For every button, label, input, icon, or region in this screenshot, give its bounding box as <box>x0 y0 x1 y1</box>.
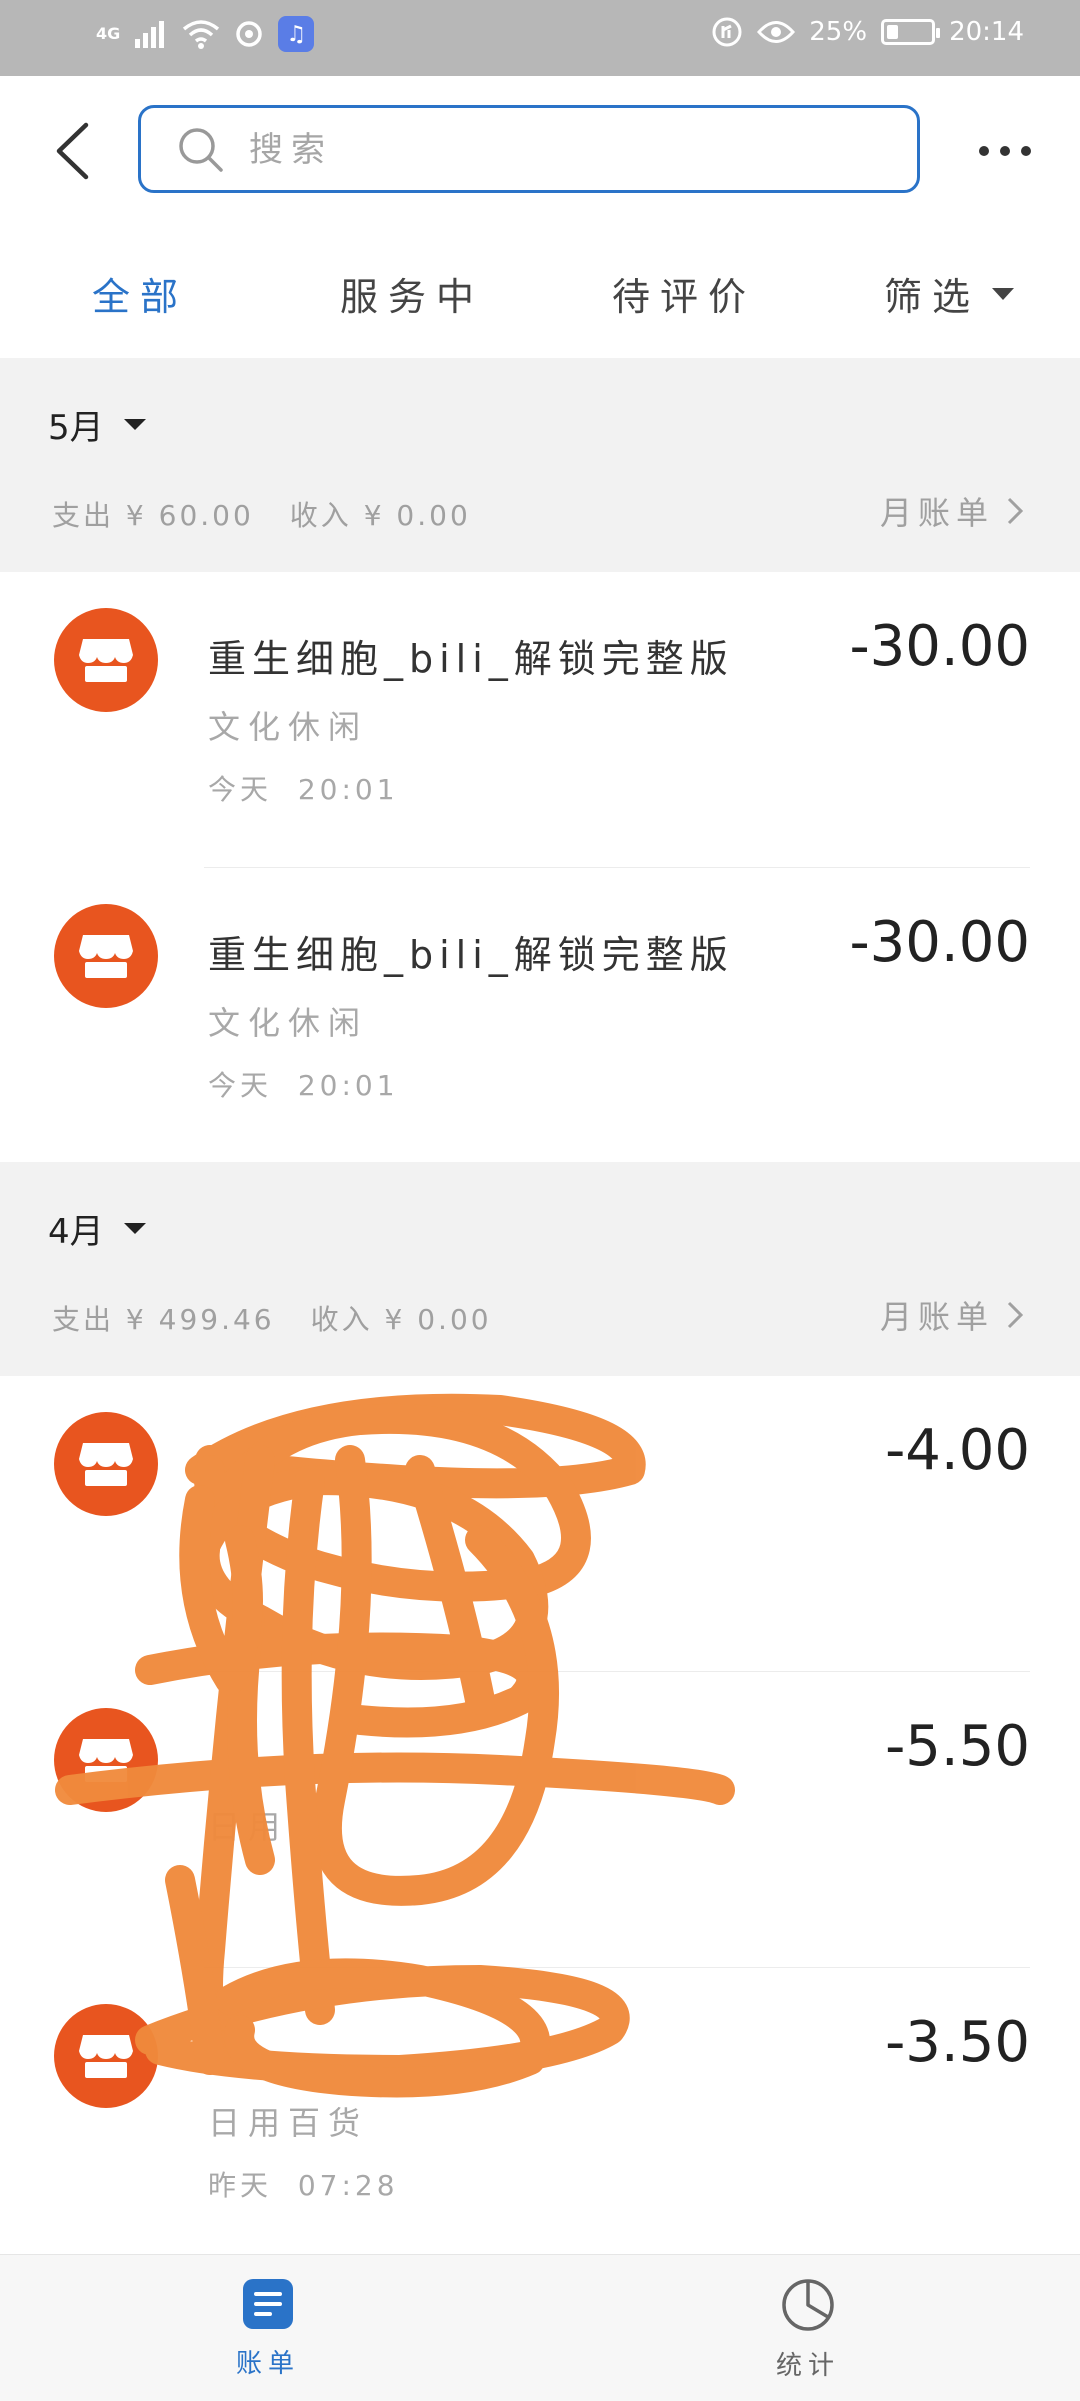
expense-summary: 支出 ¥ 499.46 <box>52 1298 275 1338</box>
month-section-may: 5月 支出 ¥ 60.00 收入 ¥ 0.00 月账单 重生细胞_bili_解锁… <box>0 358 1080 1164</box>
caret-down-icon <box>123 419 146 430</box>
eye-icon <box>757 21 796 43</box>
transaction-category: 文化休闲 <box>208 708 369 746</box>
tab-to-review[interactable]: 待评价 <box>612 266 756 321</box>
transaction-day: 今天 <box>208 773 273 806</box>
tab-filter-label: 筛选 <box>884 275 981 319</box>
more-dots-icon <box>979 146 1031 156</box>
expense-label: 支出 <box>52 499 115 532</box>
income-summary: 收入 ¥ 0.00 <box>311 1298 492 1338</box>
transaction-clock: 07:28 <box>297 2169 399 2202</box>
expense-summary: 支出 ¥ 60.00 <box>52 494 254 534</box>
income-label: 收入 <box>289 499 352 532</box>
search-box[interactable] <box>138 105 920 193</box>
transaction-amount: -3.50 <box>885 2010 1030 2075</box>
signal-icon <box>135 21 165 48</box>
month-summary: 支出 ¥ 499.46 收入 ¥ 0.00 <box>52 1298 492 1338</box>
month-summary: 支出 ¥ 60.00 收入 ¥ 0.00 <box>52 494 471 534</box>
eco-mode-icon <box>712 17 742 47</box>
transaction-clock: 20:01 <box>297 1069 399 1102</box>
status-right: 25% 20:14 <box>711 16 1024 48</box>
month-section-april: 4月 支出 ¥ 499.46 收入 ¥ 0.00 月账单 -4.00 日用 -5… <box>0 1162 1080 2264</box>
network-label: 4G <box>96 24 121 43</box>
chevron-right-icon <box>1007 1301 1024 1329</box>
status-bar: 4G ♫ 25% 20:14 <box>0 0 1080 76</box>
transaction-row[interactable]: 重生细胞_bili_解锁完整版 文化休闲 今天 20:01 -30.00 <box>0 868 1080 1164</box>
month-header: 4月 支出 ¥ 499.46 收入 ¥ 0.00 月账单 <box>0 1162 1080 1376</box>
month-label: 4月 <box>48 1212 104 1252</box>
transaction-title: 重生细胞_bili_解锁完整版 <box>208 933 734 977</box>
tab-in-service[interactable]: 服务中 <box>340 266 484 321</box>
transaction-list: 重生细胞_bili_解锁完整版 文化休闲 今天 20:01 -30.00 重生细… <box>0 572 1080 1164</box>
transaction-row[interactable]: 日用百货 昨天 07:28 -3.50 <box>0 1968 1080 2264</box>
transaction-clock: 20:01 <box>297 773 399 806</box>
nav-statistics-label: 统计 <box>775 2351 840 2381</box>
month-selector[interactable]: 5月 <box>48 400 146 449</box>
wifi-icon <box>183 20 220 49</box>
monthly-bill-label: 月账单 <box>879 494 994 532</box>
month-label: 5月 <box>48 408 104 448</box>
search-input[interactable] <box>247 122 891 178</box>
transaction-category: 日用百货 <box>208 2104 369 2142</box>
back-button[interactable] <box>44 118 100 184</box>
transaction-category: 日用 <box>208 1808 289 1846</box>
monthly-bill-link[interactable]: 月账单 <box>880 488 1024 534</box>
monthly-bill-link[interactable]: 月账单 <box>880 1292 1024 1338</box>
month-selector[interactable]: 4月 <box>48 1204 146 1253</box>
nav-bills-label: 账单 <box>235 2349 300 2379</box>
transaction-time: 今天 20:01 <box>208 1064 399 1104</box>
transaction-day: 今天 <box>208 1069 273 1102</box>
transaction-time: 昨天 07:28 <box>208 2164 399 2204</box>
income-label: 收入 <box>310 1303 373 1336</box>
chevron-left-icon <box>56 122 89 180</box>
search-icon <box>179 128 223 172</box>
transaction-amount: -30.00 <box>849 614 1030 679</box>
tab-filter[interactable]: 筛选 <box>884 266 1015 321</box>
store-icon <box>54 608 158 712</box>
transaction-row[interactable]: 重生细胞_bili_解锁完整版 文化休闲 今天 20:01 -30.00 <box>0 572 1080 868</box>
income-value: ¥ 0.00 <box>363 499 471 532</box>
transaction-row[interactable]: -4.00 <box>0 1376 1080 1672</box>
store-icon <box>54 2004 158 2108</box>
chevron-right-icon <box>1007 497 1024 525</box>
transaction-title: 重生细胞_bili_解锁完整版 <box>208 637 734 681</box>
bottom-nav: 账单 统计 <box>0 2254 1080 2401</box>
transaction-list: -4.00 日用 -5.50 日用百货 昨天 07:28 -3.50 <box>0 1376 1080 2264</box>
income-value: ¥ 0.00 <box>384 1303 492 1336</box>
nav-bills[interactable]: 账单 <box>168 2277 368 2380</box>
sync-icon <box>236 21 263 47</box>
transaction-amount: -30.00 <box>849 910 1030 975</box>
tab-all[interactable]: 全部 <box>92 266 188 321</box>
transaction-row[interactable]: 日用 -5.50 <box>0 1672 1080 1968</box>
more-button[interactable] <box>970 126 1040 176</box>
store-icon <box>54 1708 158 1812</box>
header: 全部 服务中 待评价 筛选 <box>0 76 1080 358</box>
caret-down-icon <box>992 287 1015 300</box>
transaction-amount: -4.00 <box>885 1418 1030 1483</box>
battery-icon <box>881 19 941 45</box>
nav-statistics[interactable]: 统计 <box>708 2277 908 2382</box>
status-left: 4G ♫ <box>96 16 315 52</box>
expense-value: ¥ 499.46 <box>125 1303 275 1336</box>
store-icon <box>54 904 158 1008</box>
expense-value: ¥ 60.00 <box>125 499 254 532</box>
monthly-bill-label: 月账单 <box>879 1298 994 1336</box>
transaction-amount: -5.50 <box>885 1714 1030 1779</box>
transaction-category: 文化休闲 <box>208 1004 369 1042</box>
pie-chart-icon <box>782 2279 834 2331</box>
transaction-time: 今天 20:01 <box>208 768 399 808</box>
battery-percent: 25% <box>809 17 868 47</box>
income-summary: 收入 ¥ 0.00 <box>290 494 471 534</box>
filter-tabs: 全部 服务中 待评价 筛选 <box>0 254 1080 334</box>
transaction-day: 昨天 <box>208 2169 273 2202</box>
month-header: 5月 支出 ¥ 60.00 收入 ¥ 0.00 月账单 <box>0 358 1080 572</box>
clock: 20:14 <box>949 17 1024 47</box>
music-note-icon: ♫ <box>278 16 315 52</box>
expense-label: 支出 <box>52 1303 115 1336</box>
caret-down-icon <box>123 1223 146 1234</box>
store-icon <box>54 1412 158 1516</box>
bill-list-icon <box>243 2279 293 2329</box>
